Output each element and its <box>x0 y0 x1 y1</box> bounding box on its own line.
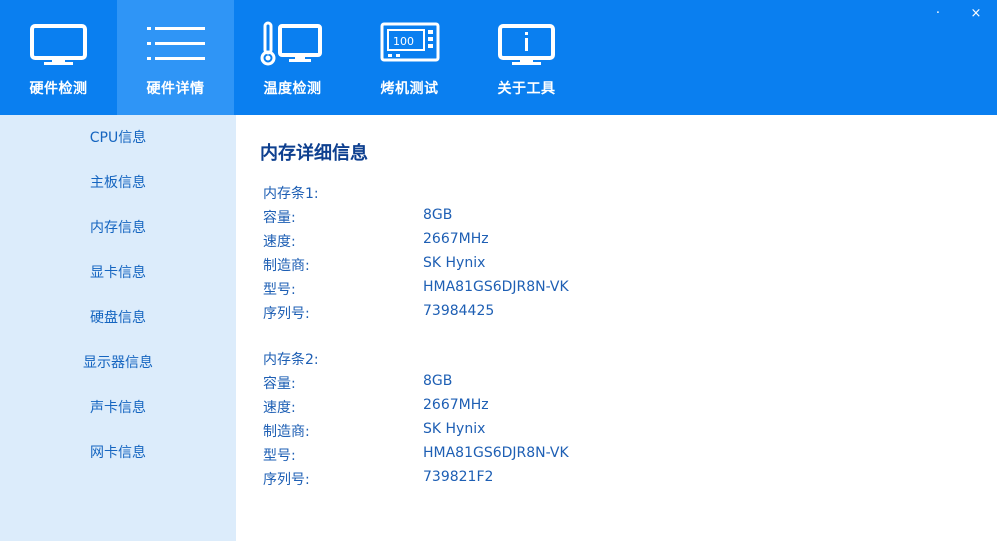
field-label: 型号: <box>263 448 296 464</box>
field-label: 速度: <box>263 234 296 250</box>
monitor-icon <box>30 24 87 65</box>
benchmark-icon: 100 <box>380 22 440 62</box>
page-title: 内存详细信息 <box>260 143 368 164</box>
tab-label: 烤机测试 <box>380 81 439 97</box>
tab-hardware-details[interactable]: 硬件详情 <box>117 0 234 115</box>
field-value: 2667MHz <box>423 231 489 247</box>
tab-temperature-check[interactable]: 温度检测 <box>234 0 351 115</box>
field-label: 容量: <box>263 376 296 392</box>
sidebar-item-gpu[interactable]: 显卡信息 <box>0 258 236 288</box>
field-value: HMA81GS6DJR8N-VK <box>423 445 569 461</box>
tab-label: 关于工具 <box>497 81 556 97</box>
field-value: SK Hynix <box>423 421 486 437</box>
field-label: 容量: <box>263 210 296 226</box>
field-value: 2667MHz <box>423 397 489 413</box>
field-value: 8GB <box>423 207 453 223</box>
tab-hardware-check[interactable]: 硬件检测 <box>0 0 117 115</box>
sidebar-item-audio[interactable]: 声卡信息 <box>0 393 236 423</box>
content-panel: 内存详细信息 内存条1: 容量: 8GB 速度: 2667MHz 制造商: SK… <box>236 115 997 541</box>
tab-label: 硬件检测 <box>29 81 88 97</box>
close-button[interactable]: × <box>964 4 988 24</box>
field-label: 制造商: <box>263 424 310 440</box>
field-value: 8GB <box>423 373 453 389</box>
sidebar: CPU信息 主板信息 内存信息 显卡信息 硬盘信息 显示器信息 声卡信息 网卡信… <box>0 115 236 541</box>
svg-text:100: 100 <box>393 35 414 48</box>
tab-label: 硬件详情 <box>146 81 205 97</box>
top-toolbar: 硬件检测 硬件详情 温度检测 100 烤机测试 关于工具 · × <box>0 0 997 115</box>
sidebar-item-motherboard[interactable]: 主板信息 <box>0 168 236 198</box>
sidebar-item-cpu[interactable]: CPU信息 <box>0 123 236 153</box>
sidebar-item-disk[interactable]: 硬盘信息 <box>0 303 236 333</box>
minimize-button[interactable]: · <box>926 4 950 24</box>
thermometer-monitor-icon <box>260 21 322 66</box>
field-value: HMA81GS6DJR8N-VK <box>423 279 569 295</box>
sidebar-item-display[interactable]: 显示器信息 <box>0 348 236 378</box>
field-value: SK Hynix <box>423 255 486 271</box>
memory-module-title: 内存条2: <box>263 352 319 368</box>
sidebar-item-memory[interactable]: 内存信息 <box>0 213 236 243</box>
app-window: 硬件检测 硬件详情 温度检测 100 烤机测试 关于工具 · × CPU信息 主… <box>0 0 997 541</box>
info-monitor-icon <box>498 24 555 65</box>
field-label: 序列号: <box>263 472 310 488</box>
sidebar-item-network[interactable]: 网卡信息 <box>0 438 236 468</box>
tab-about[interactable]: 关于工具 <box>468 0 585 115</box>
field-label: 制造商: <box>263 258 310 274</box>
tab-stress-test[interactable]: 100 烤机测试 <box>351 0 468 115</box>
field-label: 速度: <box>263 400 296 416</box>
list-icon <box>147 27 205 60</box>
field-label: 型号: <box>263 282 296 298</box>
field-value: 739821F2 <box>423 469 494 485</box>
field-label: 序列号: <box>263 306 310 322</box>
field-value: 73984425 <box>423 303 495 319</box>
tab-label: 温度检测 <box>263 81 322 97</box>
memory-module-title: 内存条1: <box>263 186 319 202</box>
